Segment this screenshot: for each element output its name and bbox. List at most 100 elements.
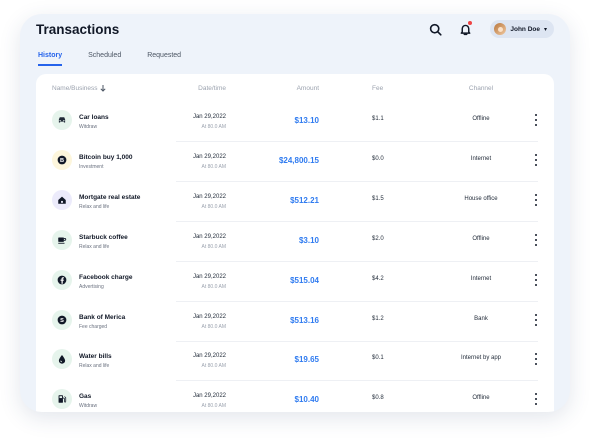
kebab-dot [535, 358, 537, 361]
row-more-options-button[interactable] [532, 392, 540, 406]
kebab-dot [535, 124, 537, 126]
kebab-dot [535, 158, 537, 161]
business-category: Witdraw [79, 124, 98, 130]
kebab-dot [535, 238, 537, 241]
tab-requested[interactable]: Requested [147, 52, 181, 66]
transaction-channel: Offline [472, 116, 490, 122]
kebab-dot [535, 153, 537, 156]
transaction-date: Jan 29,2022 [192, 313, 226, 320]
row-more-options-button[interactable] [532, 313, 540, 327]
kebab-dot [535, 398, 537, 401]
kebab-dot [535, 163, 537, 166]
transaction-amount: $513.16 [290, 315, 319, 325]
transaction-date: Jan 29,2022 [192, 114, 226, 120]
row-more-options-button[interactable] [532, 113, 540, 127]
avatar [494, 23, 507, 35]
business-category: Witdraw [79, 403, 98, 410]
kebab-dot [535, 318, 537, 321]
transaction-time: At 80.0 AM [201, 403, 226, 410]
transactions-card: Transactions John Doe ▾ History Schedule… [20, 14, 570, 412]
column-header-name-label: Name/Business [52, 85, 98, 92]
table-row[interactable]: B Bitcoin buy 1,000 Investment Jan 29,2022 A… [36, 142, 554, 182]
header-actions: John Doe ▾ [414, 20, 554, 38]
business-category: Relax and life [79, 203, 110, 210]
transaction-time: At 80.0 AM [201, 243, 226, 250]
kebab-dot [535, 233, 537, 236]
transaction-fee: $0.1 [372, 355, 384, 362]
kebab-dot [535, 363, 537, 366]
facebook-icon [52, 269, 72, 290]
sort-arrow-down-icon [99, 85, 106, 92]
transaction-channel: Internet [470, 155, 492, 162]
svg-text:S: S [60, 318, 64, 324]
transaction-channel: Internet [470, 275, 492, 282]
bank-icon: S [52, 309, 72, 330]
kebab-dot [535, 273, 537, 276]
transaction-channel: Internet by app [460, 355, 502, 362]
transaction-channel: House office [464, 195, 498, 202]
tab-scheduled[interactable]: Scheduled [88, 52, 121, 66]
tab-history[interactable]: History [38, 52, 63, 66]
row-more-options-button[interactable] [532, 153, 540, 167]
transaction-fee: $4.2 [372, 275, 384, 282]
business-name: Water bills [79, 353, 112, 361]
transaction-amount: $24,800.15 [278, 155, 319, 165]
transactions-table: Name/Business Date/time Amount Fee Chann… [36, 74, 554, 412]
business-category: Advertising [79, 283, 104, 290]
kebab-dot [535, 283, 537, 286]
transaction-time: At 80.0 AM [201, 283, 226, 290]
row-more-options-button[interactable] [532, 352, 540, 366]
row-more-options-button[interactable] [532, 193, 540, 207]
transaction-date: Jan 29,2022 [192, 353, 226, 360]
table-row[interactable]: Starbuck coffee Relax and life Jan 29,2022… [36, 222, 554, 262]
kebab-dot [535, 203, 537, 206]
kebab-dot [535, 243, 537, 246]
transaction-amount: $3.10 [298, 235, 319, 245]
kebab-dot [535, 119, 537, 121]
kebab-dot [535, 313, 537, 316]
table-row[interactable]: S Bank of Merica Fee charged Jan 29,2022 At … [36, 302, 554, 342]
transaction-time: At 80.0 AM [201, 323, 226, 330]
transaction-fee: $1.1 [372, 116, 384, 122]
row-more-options-button[interactable] [532, 273, 540, 287]
user-menu[interactable]: John Doe ▾ [490, 20, 554, 38]
kebab-dot [535, 323, 537, 326]
table-row[interactable]: Car loans Witdraw Jan 29,2022 At 80.0 AM $13… [36, 102, 554, 142]
chevron-down-icon: ▾ [543, 26, 547, 33]
bitcoin-icon: B [52, 149, 72, 170]
kebab-dot [535, 278, 537, 281]
column-header-name[interactable]: Name/Business [52, 85, 106, 92]
transaction-amount: $515.04 [290, 275, 319, 285]
car-icon [52, 110, 72, 130]
business-name: Mortgate real estate [79, 193, 141, 201]
row-more-options-button[interactable] [532, 233, 540, 247]
gas-station-icon [52, 389, 72, 410]
notifications-button[interactable] [456, 20, 474, 38]
transaction-date: Jan 29,2022 [192, 153, 226, 160]
coffee-icon [52, 229, 72, 250]
table-row[interactable]: Water bills Relax and life Jan 29,2022 At 8… [36, 341, 554, 382]
table-row[interactable]: Facebook charge Advertising Jan 29,2022 At … [36, 262, 554, 302]
column-header-channel: Channel [468, 85, 494, 92]
kebab-dot [535, 193, 537, 196]
kebab-dot [535, 353, 537, 356]
transaction-amount: $512.21 [290, 195, 319, 205]
tab-bar: History Scheduled Requested [38, 52, 207, 66]
transaction-date: Jan 29,2022 [192, 233, 226, 240]
search-button[interactable] [426, 20, 444, 38]
business-name: Bitcoin buy 1,000 [79, 153, 133, 161]
business-category: Relax and life [79, 243, 110, 250]
business-name: Bank of Merica [79, 313, 126, 321]
transaction-time: At 80.0 AM [201, 203, 226, 210]
transaction-amount: $19.65 [294, 355, 319, 365]
transaction-fee: $0.8 [372, 395, 384, 402]
transaction-date: Jan 29,2022 [192, 193, 226, 200]
transaction-channel: Offline [472, 395, 490, 402]
table-row[interactable]: Mortgate real estate Relax and life Jan 29… [36, 182, 554, 222]
transaction-amount: $10.40 [294, 395, 319, 405]
transaction-channel: Offline [472, 235, 490, 242]
table-row[interactable]: Gas Witdraw Jan 29,2022 At 80.0 AM $10.40 $0.… [36, 381, 554, 412]
transaction-amount: $13.10 [294, 116, 319, 125]
transaction-time: At 80.0 AM [201, 363, 226, 370]
business-name: Starbuck coffee [79, 233, 128, 241]
